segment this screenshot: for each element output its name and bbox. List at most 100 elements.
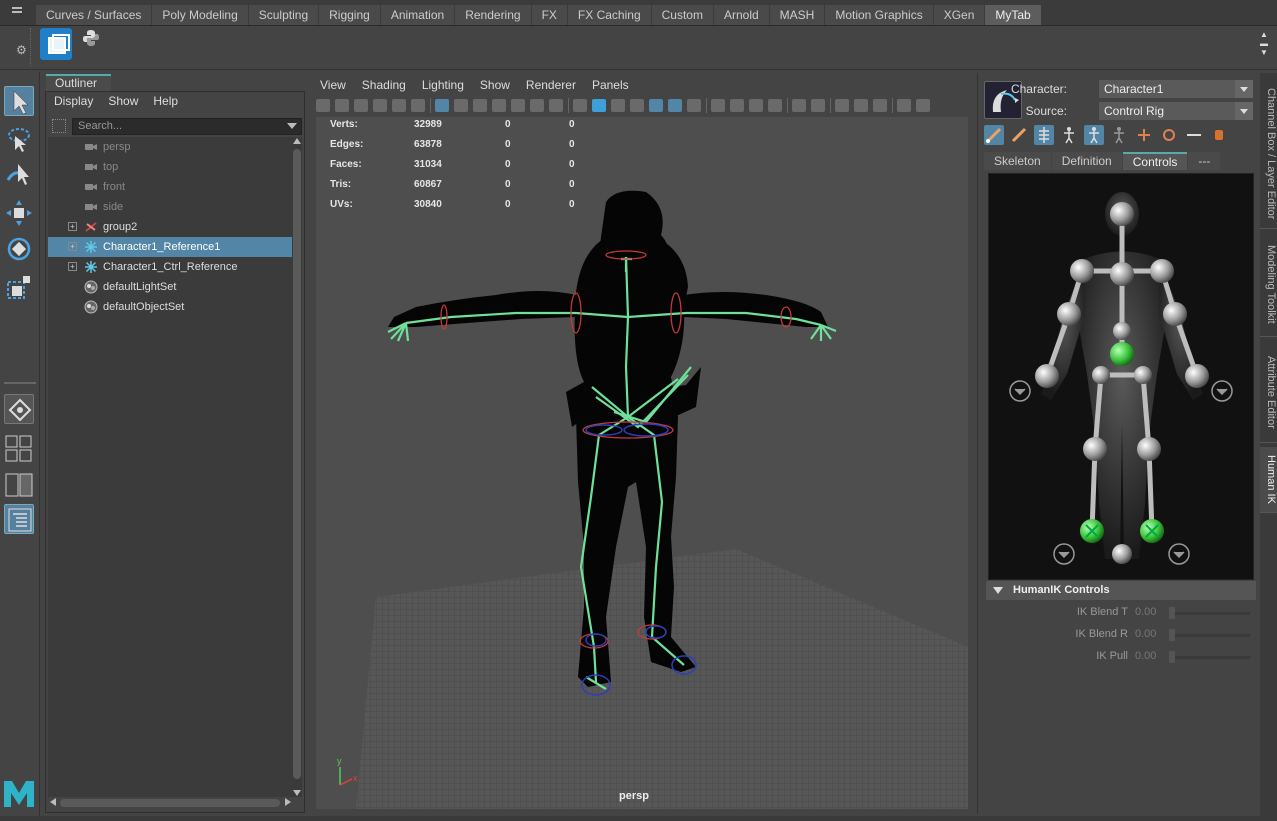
outliner-item-persp[interactable]: persp <box>48 137 293 157</box>
outliner-search-input[interactable]: Search... <box>72 118 302 135</box>
outliner-item-top[interactable]: top <box>48 157 293 177</box>
shelf-tab-xgen[interactable]: XGen <box>933 5 985 25</box>
select-tool-icon[interactable] <box>4 86 34 116</box>
motion-blur-icon[interactable] <box>730 98 744 112</box>
camera-attributes-icon[interactable] <box>335 98 349 112</box>
resolution-gate-icon[interactable] <box>473 98 487 112</box>
four-pane-layout-icon[interactable] <box>4 434 34 464</box>
side-tab-channel-box[interactable]: Channel Box / Layer Editor <box>1260 79 1277 229</box>
shelf-menu-icon[interactable] <box>12 7 22 17</box>
viewport-3d[interactable]: y x Verts: 32989 0 0 Edges: 63878 0 0 Fa… <box>316 117 968 809</box>
expand-icon[interactable]: + <box>68 222 77 231</box>
scale-tool-icon[interactable] <box>4 272 34 302</box>
shelf-button-window-icon[interactable] <box>40 28 72 60</box>
viewport-menu-show[interactable]: Show <box>480 75 510 95</box>
slider-track[interactable] <box>1170 656 1250 659</box>
two-pane-layout-icon[interactable] <box>4 470 34 500</box>
expand-icon[interactable]: + <box>68 242 77 251</box>
rotate-tool-icon[interactable] <box>4 234 34 264</box>
viewport-menu-panels[interactable]: Panels <box>592 75 629 95</box>
gamma-icon[interactable] <box>916 98 930 112</box>
side-tab-attribute-editor[interactable]: Attribute Editor <box>1260 343 1277 443</box>
scroll-right-icon[interactable] <box>285 798 291 806</box>
outliner-menu-help[interactable]: Help <box>153 92 178 110</box>
edit-skeleton-icon[interactable] <box>1009 125 1029 145</box>
outliner-filter-icon[interactable] <box>52 119 66 133</box>
viewport-menu-renderer[interactable]: Renderer <box>526 75 576 95</box>
outliner-tab[interactable]: Outliner <box>46 74 111 91</box>
scroll-up-icon[interactable] <box>293 138 301 144</box>
bookmarks-icon[interactable] <box>354 98 368 112</box>
ik-pull-value[interactable]: 0.00 <box>1135 650 1156 662</box>
select-camera-icon[interactable] <box>316 98 330 112</box>
viewport-menu-shading[interactable]: Shading <box>362 75 406 95</box>
shelf-tab-poly-modeling[interactable]: Poly Modeling <box>152 5 248 25</box>
humanik-character-controls[interactable] <box>988 173 1254 580</box>
mirror-icon[interactable] <box>1184 125 1204 145</box>
shelf-tab-animation[interactable]: Animation <box>380 5 455 25</box>
create-skeleton-icon[interactable] <box>984 125 1004 145</box>
shelf-scroll-arrows[interactable]: ▲ ▬ ▼ <box>1259 30 1269 57</box>
xray-joints-icon[interactable] <box>835 98 849 112</box>
scroll-down-icon[interactable] <box>293 790 301 796</box>
tab-more[interactable]: --- <box>1188 152 1221 170</box>
skeleton-view-icon[interactable] <box>1034 125 1054 145</box>
grid-icon[interactable] <box>435 98 449 112</box>
pin-translate-icon[interactable] <box>1134 125 1154 145</box>
wireframe-on-shaded-icon[interactable] <box>630 98 644 112</box>
outliner-menu-show[interactable]: Show <box>108 92 138 110</box>
ik-blend-r-value[interactable]: 0.00 <box>1135 628 1156 640</box>
slider-track[interactable] <box>1170 634 1250 637</box>
shelf-button-python-icon[interactable] <box>82 29 100 52</box>
side-tab-human-ik[interactable]: Human IK <box>1260 447 1277 513</box>
image-plane-icon[interactable] <box>373 98 387 112</box>
shelf-tab-arnold[interactable]: Arnold <box>713 5 769 25</box>
safe-action-icon[interactable] <box>530 98 544 112</box>
outliner-item-front[interactable]: front <box>48 177 293 197</box>
grease-pencil-icon[interactable] <box>411 98 425 112</box>
tab-skeleton[interactable]: Skeleton <box>984 152 1051 170</box>
selection-mode-icon[interactable] <box>1109 125 1129 145</box>
slider-handle[interactable] <box>1169 607 1175 619</box>
slider-handle[interactable] <box>1169 629 1175 641</box>
outliner-item-group2[interactable]: + group2 <box>48 217 293 237</box>
humanik-controls-section-header[interactable]: HumanIK Controls <box>986 581 1256 600</box>
outliner-item-side[interactable]: side <box>48 197 293 217</box>
expand-icon[interactable]: + <box>68 262 77 271</box>
move-tool-icon[interactable] <box>4 198 34 228</box>
ik-blend-r-slider[interactable]: IK Blend R 0.00 <box>978 626 1260 644</box>
outliner-item-character1-reference1[interactable]: + Character1_Reference1 <box>48 237 293 257</box>
tab-controls[interactable]: Controls <box>1122 152 1188 170</box>
paint-select-tool-icon[interactable] <box>4 160 34 190</box>
depth-of-field-icon[interactable] <box>768 98 782 112</box>
wireframe-icon[interactable] <box>573 98 587 112</box>
outliner-item-character1-ctrl-reference[interactable]: + Character1_Ctrl_Reference <box>48 257 293 277</box>
shelf-tab-mash[interactable]: MASH <box>769 5 825 25</box>
default-material-icon[interactable] <box>611 98 625 112</box>
field-chart-icon[interactable] <box>511 98 525 112</box>
chevron-down-icon[interactable] <box>1235 80 1253 98</box>
anti-aliasing-icon[interactable] <box>749 98 763 112</box>
shelf-tab-curves-surfaces[interactable]: Curves / Surfaces <box>36 5 152 25</box>
screen-space-ao-icon[interactable] <box>711 98 725 112</box>
exposure-icon[interactable] <box>897 98 911 112</box>
source-dropdown[interactable]: Control Rig <box>1099 102 1253 120</box>
shelf-tab-motion-graphics[interactable]: Motion Graphics <box>825 5 933 25</box>
shelf-tab-fx[interactable]: FX <box>531 5 567 25</box>
outliner-layout-icon[interactable] <box>4 504 34 534</box>
outliner-item-defaultobjectset[interactable]: defaultObjectSet <box>48 297 293 317</box>
scroll-thumb[interactable] <box>293 149 301 779</box>
pin-both-icon[interactable] <box>1209 125 1229 145</box>
viewport-menu-lighting[interactable]: Lighting <box>422 75 464 95</box>
xray-active-icon[interactable] <box>854 98 868 112</box>
ik-pull-slider[interactable]: IK Pull 0.00 <box>978 648 1260 666</box>
body-part-icon[interactable] <box>1084 125 1104 145</box>
tab-definition[interactable]: Definition <box>1051 152 1122 170</box>
outliner-vertical-scrollbar[interactable] <box>292 137 302 797</box>
film-gate-icon[interactable] <box>454 98 468 112</box>
character-dropdown[interactable]: Character1 <box>1099 80 1253 98</box>
shelf-tab-rendering[interactable]: Rendering <box>455 5 531 25</box>
shelf-tab-fx-caching[interactable]: FX Caching <box>567 5 651 25</box>
slider-track[interactable] <box>1170 612 1250 615</box>
full-body-icon[interactable] <box>1059 125 1079 145</box>
